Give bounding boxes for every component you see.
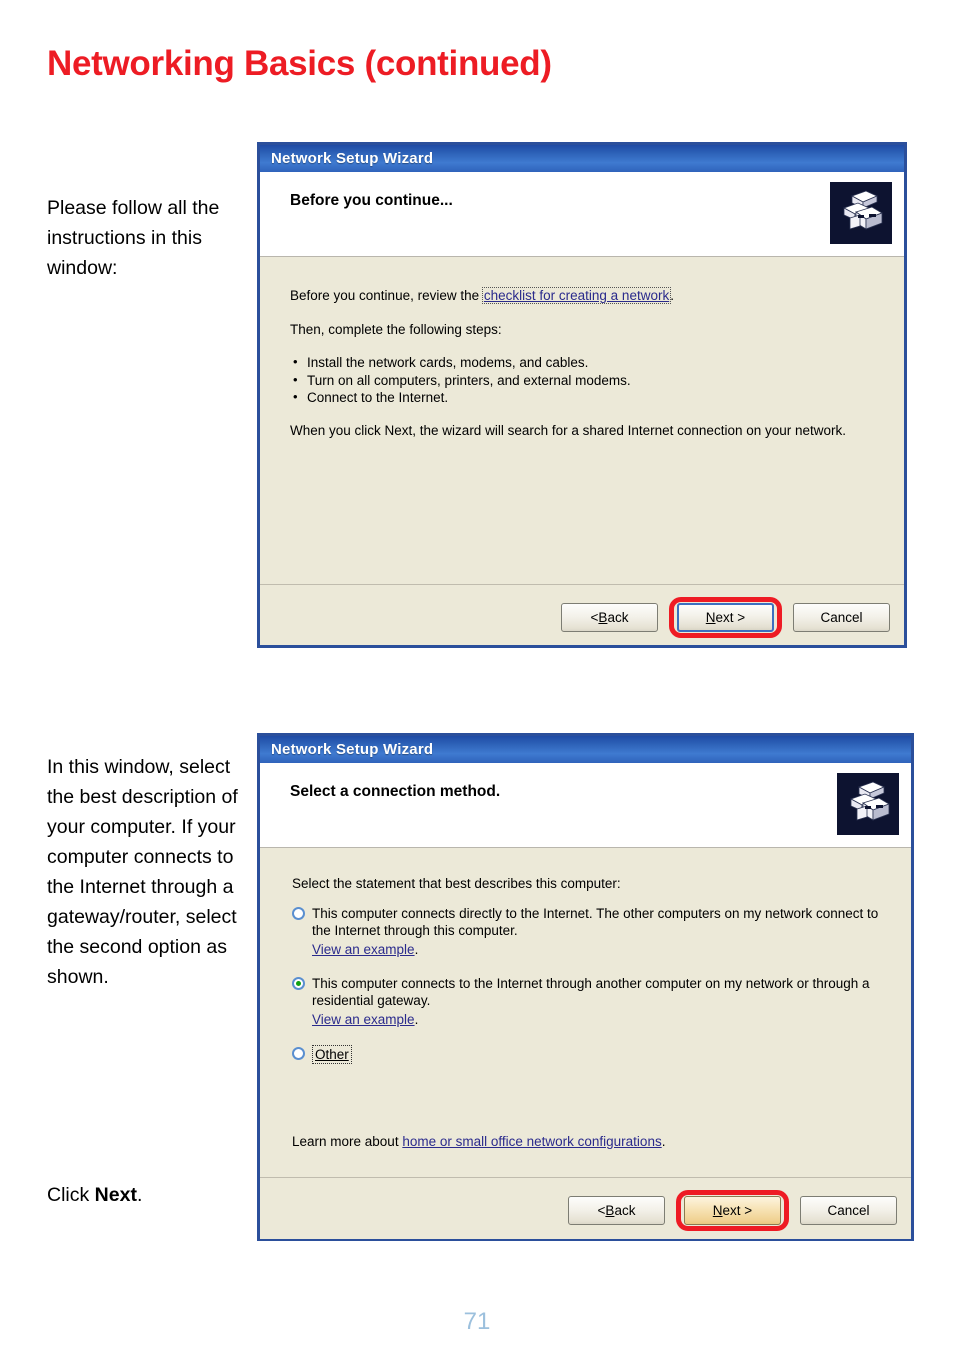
dialog-1-header-title: Before you continue... [290,192,453,209]
connection-option-direct[interactable]: This computer connects directly to the I… [292,905,892,958]
page-number: 71 [463,1308,491,1335]
click-next-suffix: . [136,1184,143,1206]
network-setup-wizard-dialog-1: Network Setup Wizard Before you continue… [257,142,907,648]
dialog-2-title: Network Setup Wizard [271,741,434,758]
option-3-label: Other [312,1045,352,1064]
option-2-label: This computer connects to the Internet t… [312,976,870,1008]
next-button-highlight: Next > [669,597,782,638]
cancel-button[interactable]: Cancel [800,1196,897,1225]
dialog-1-paragraph-2: Then, complete the following steps: [290,322,502,337]
dialog-2-header-title: Select a connection method. [290,783,501,800]
checklist-link[interactable]: checklist for creating a network [481,287,672,304]
learn-more-text: Learn more about home or small office ne… [292,1134,665,1149]
click-next-bold: Next [94,1184,137,1206]
dialog-1-paragraph-3: When you click Next, the wizard will sea… [290,423,847,438]
dialog-2-header: Select a connection method. [260,763,911,848]
next-button[interactable]: Next > [677,603,774,632]
connection-option-other[interactable]: Other [292,1045,892,1064]
option-2-link-wrap: View an example. [312,1011,892,1028]
cancel-button[interactable]: Cancel [793,603,890,632]
dialog-1-paragraph-1-suffix: . [670,288,674,303]
dialog-1-button-row: < Back Next > Cancel [561,597,890,638]
list-item: Connect to the Internet. [292,388,631,407]
dialog-2-button-row: < Back Next > Cancel [568,1190,897,1231]
dialog-1-steps-list: Install the network cards, modems, and c… [292,353,631,407]
option-1-label: This computer connects directly to the I… [312,906,879,938]
back-button[interactable]: < Back [568,1196,665,1225]
instruction-note-1: Please follow all the instructions in th… [47,197,220,279]
view-an-example-link-1[interactable]: View an example [312,942,415,957]
connection-option-direct-text: This computer connects directly to the I… [312,905,892,958]
radio-icon-gateway[interactable] [292,977,305,990]
list-item: Turn on all computers, printers, and ext… [292,371,631,390]
instruction-note-2: In this window, select the best descript… [47,756,238,988]
connection-option-other-text: Other [312,1045,352,1064]
back-button[interactable]: < Back [561,603,658,632]
instruction-note-3: Click Next. [47,1180,262,1210]
option-1-link-suffix: . [414,942,419,957]
dialog-1-title: Network Setup Wizard [271,150,434,167]
page-title: Networking Basics (continued) [47,44,552,83]
dialog-1-paragraph-1: Before you continue, review the checklis… [290,287,674,304]
connection-option-gateway[interactable]: This computer connects to the Internet t… [292,975,892,1028]
dialog-1-paragraph-1-prefix: Before you continue, review the [290,288,483,303]
connection-option-gateway-text: This computer connects to the Internet t… [312,975,892,1028]
view-an-example-link-2[interactable]: View an example [312,1012,415,1027]
option-1-link-wrap: View an example. [312,941,892,958]
dialog-1-titlebar: Network Setup Wizard [260,145,904,172]
network-configurations-link[interactable]: home or small office network configurati… [402,1134,661,1149]
option-2-link-suffix: . [414,1012,419,1027]
next-button-highlight: Next > [676,1190,789,1231]
network-computers-icon [830,182,892,244]
dialog-1-header: Before you continue... [260,172,904,257]
dialog-2-titlebar: Network Setup Wizard [260,736,911,763]
learn-more-prefix: Learn more about [292,1134,403,1149]
radio-icon-other[interactable] [292,1047,305,1060]
connection-method-intro: Select the statement that best describes… [292,876,621,891]
learn-more-suffix: . [661,1134,666,1149]
dialog-2-footer: < Back Next > Cancel [260,1177,911,1239]
dialog-1-footer: < Back Next > Cancel [260,584,904,645]
dialog-1-body: Before you continue, review the checklis… [260,257,904,584]
option-3-label-text: Other [315,1047,349,1062]
click-next-prefix: Click [47,1184,95,1206]
dialog-2-body: Select the statement that best describes… [260,848,911,1177]
radio-icon-direct[interactable] [292,907,305,920]
network-computers-icon [837,773,899,835]
next-button[interactable]: Next > [684,1196,781,1225]
list-item: Install the network cards, modems, and c… [292,353,631,372]
network-setup-wizard-dialog-2: Network Setup Wizard Select a connection… [257,733,914,1241]
